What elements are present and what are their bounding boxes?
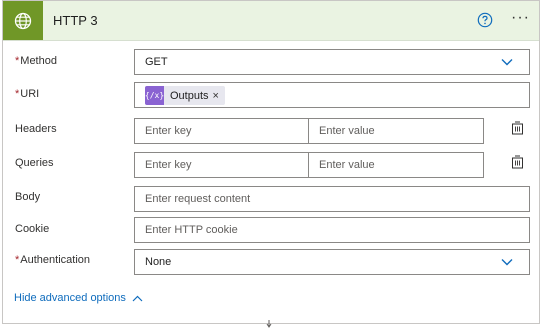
required-mark: * [15,55,20,67]
headers-key-input[interactable]: Enter key [134,118,309,144]
body-label: Body [15,191,41,203]
placeholder: Enter value [319,159,375,171]
placeholder: Enter request content [145,193,251,205]
body-input[interactable]: Enter request content [134,186,530,212]
action-title[interactable]: HTTP 3 [53,13,98,28]
queries-key-input[interactable]: Enter key [134,152,309,178]
placeholder: Enter key [145,159,192,171]
queries-value-input[interactable]: Enter value [308,152,484,178]
authentication-label-text: Authentication [20,254,90,266]
method-label: *Method [15,55,57,67]
cookie-label: Cookie [15,223,50,235]
token-label: Outputs [170,89,209,102]
http-action-card: HTTP 3 ··· *Method GET *URI {/x} Outputs… [2,0,540,324]
expression-icon: {/x} [145,86,164,105]
globe-icon [3,1,43,40]
card-header[interactable]: HTTP 3 ··· [3,1,539,41]
method-dropdown[interactable]: GET [134,49,530,75]
authentication-label: *Authentication [15,254,90,266]
connector-arrow-icon [266,320,272,328]
chevron-up-icon [132,295,143,301]
cookie-input[interactable]: Enter HTTP cookie [134,217,530,243]
queries-label: Queries [15,157,54,169]
hide-advanced-options-link[interactable]: Hide advanced options [14,292,143,304]
help-circle-icon[interactable] [477,12,493,28]
outputs-token[interactable]: {/x} Outputs × [145,86,225,105]
uri-label: *URI [15,88,39,100]
required-mark: * [15,88,20,100]
required-mark: * [15,254,20,266]
placeholder: Enter value [319,125,375,137]
method-value: GET [145,56,168,68]
switch-to-text-mode-icon[interactable] [511,155,524,169]
chevron-down-icon [501,259,513,266]
headers-value-input[interactable]: Enter value [308,118,484,144]
switch-to-text-mode-icon[interactable] [511,121,524,135]
method-label-text: Method [20,55,57,67]
authentication-dropdown[interactable]: None [134,249,530,275]
uri-label-text: URI [20,88,40,100]
token-remove-icon[interactable]: × [213,90,225,102]
headers-label: Headers [15,123,57,135]
placeholder: Enter key [145,125,192,137]
more-options-icon[interactable]: ··· [511,10,530,26]
hide-advanced-options-label: Hide advanced options [14,292,126,304]
placeholder: Enter HTTP cookie [145,224,238,236]
uri-input[interactable]: {/x} Outputs × [134,82,530,108]
chevron-down-icon [501,59,513,66]
authentication-value: None [145,256,172,268]
